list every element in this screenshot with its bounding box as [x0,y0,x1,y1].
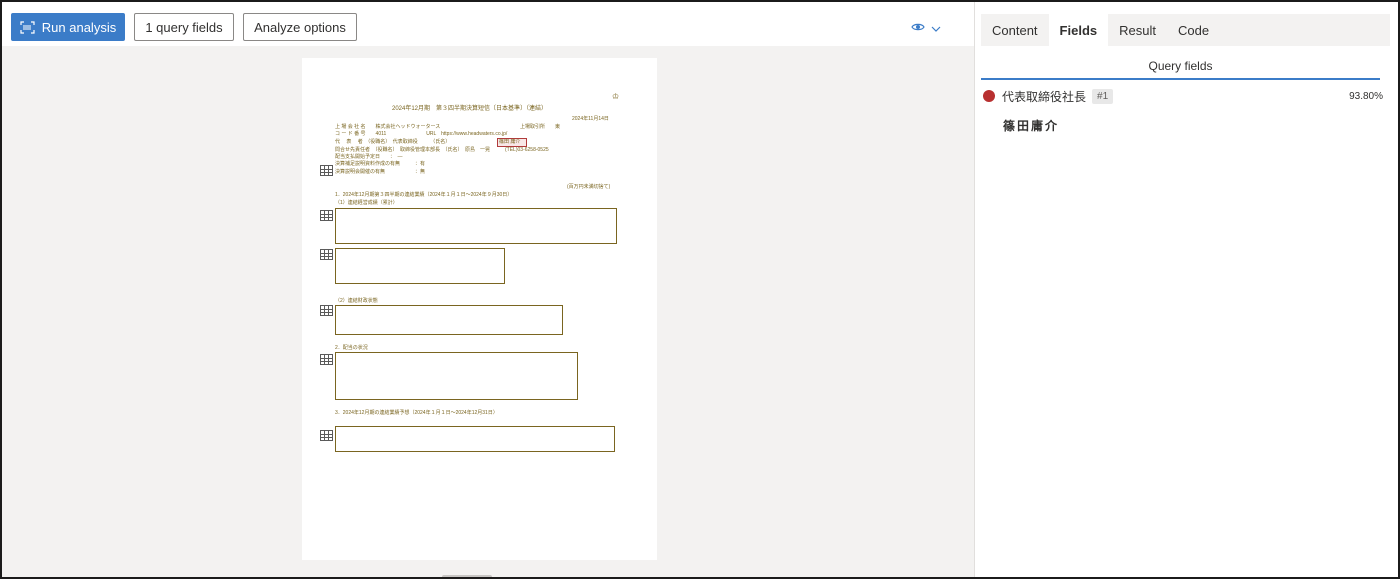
doc-table-5 [335,426,615,452]
analyze-options-label: Analyze options [254,19,346,35]
doc-rounding: (百万円未満切捨て) [567,184,611,190]
query-fields-button[interactable]: 1 query fields [134,13,234,41]
table-icon[interactable] [320,430,333,441]
table-icon[interactable] [320,249,333,260]
document-content: ♔ 2024年12月期 第３四半期決算短信〔日本基準〕（連結） 2024年11月… [302,58,657,560]
field-confidence: 93.80% [1349,90,1383,102]
doc-section-1-2: （2）連結財政状態 [335,298,378,304]
eye-icon [911,19,925,37]
doc-title: 2024年12月期 第３四半期決算短信〔日本基準〕（連結） [392,106,548,112]
analyze-options-button[interactable]: Analyze options [243,13,357,41]
run-analysis-label: Run analysis [41,19,117,35]
document-viewer[interactable]: ♔ 2024年12月期 第３四半期決算短信〔日本基準〕（連結） 2024年11月… [2,46,974,577]
doc-table-3 [335,305,563,335]
doc-company: 上 場 会 社 名 株式会社ヘッドウォータース [335,124,441,130]
doc-date: 2024年11月14日 [572,116,609,122]
doc-rep: 代 表 者 （役職名） 代表取締役 （氏名） [335,139,451,145]
logo-icon: ♔ [612,92,620,101]
doc-exchange: 上場取引所 東 [520,124,561,130]
doc-section-3: 3．2024年12月期の連結業績予想（2024年１月１日～2024年12月31日… [335,410,498,416]
chevron-down-icon [931,19,941,37]
tab-fields[interactable]: Fields [1048,14,1109,46]
tab-content[interactable]: Content [981,14,1049,46]
doc-table-1 [335,208,617,244]
table-icon[interactable] [320,165,333,176]
doc-div-date: 配当支払開始予定日 ： ― [335,154,403,160]
query-fields-heading: Query fields [981,54,1380,80]
results-panel: Content Fields Result Code Query fields … [975,2,1398,577]
doc-section-1: 1．2024年12月期第３四半期の連結業績（2024年１月１日～2024年９月3… [335,192,513,198]
doc-table-2 [335,248,505,284]
document-page: ♔ 2024年12月期 第３四半期決算短信〔日本基準〕（連結） 2024年11月… [302,58,657,560]
view-options-dropdown[interactable] [911,19,941,37]
app-frame: Run analysis 1 query fields Analyze opti… [0,0,1400,579]
horizontal-scrollbar[interactable] [442,575,492,577]
run-analysis-button[interactable]: Run analysis [11,13,125,41]
field-value[interactable]: 篠田庸介 [1003,117,1059,134]
table-icon[interactable] [320,354,333,365]
doc-code: コ ー ド 番 号 4011 URL https://www.headwater… [335,131,508,137]
doc-section-1-1: （1）連結経営成績（累計） [335,200,398,206]
table-icon[interactable] [320,210,333,221]
doc-section-2: 2．配当の状況 [335,345,368,351]
run-analysis-icon [20,20,35,34]
field-name: 代表取締役社長 [1002,89,1087,104]
panel-tabs: Content Fields Result Code [981,14,1390,46]
tab-code[interactable]: Code [1167,14,1220,46]
doc-meeting: 決算説明会開催の有無 ：無 [335,169,426,175]
query-fields-label: 1 query fields [145,19,223,35]
table-icon[interactable] [320,305,333,316]
field-color-dot [983,90,995,102]
field-index-badge: #1 [1092,88,1114,104]
doc-supp: 決算補足説明資料作成の有無 ：有 [335,161,426,167]
toolbar: Run analysis 1 query fields Analyze opti… [2,2,974,48]
doc-contact: 問合せ先責任者 （役職名） 取締役管理本部長 （氏名） 原島 一晃 (TEL)0… [335,147,549,153]
tab-result[interactable]: Result [1108,14,1167,46]
doc-rep-name: 篠田 庸介 [499,139,521,145]
doc-table-4 [335,352,578,400]
field-row[interactable]: 代表取締役社長 #1 93.80% [983,87,1383,105]
